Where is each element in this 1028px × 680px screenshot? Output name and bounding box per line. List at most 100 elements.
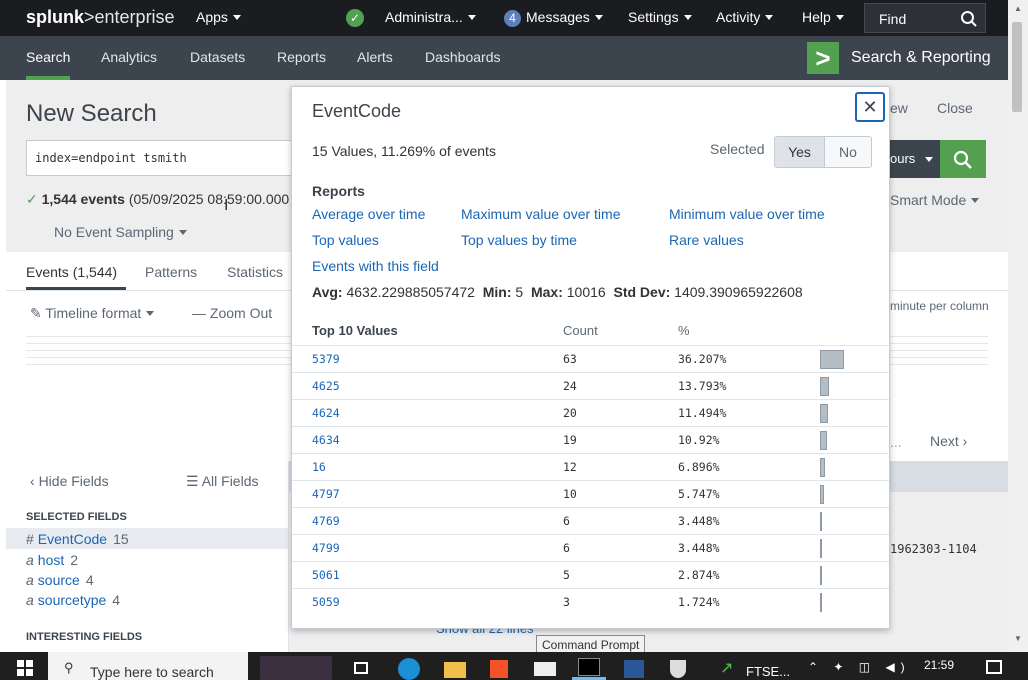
app-title: Search & Reporting — [851, 49, 991, 66]
report-top-values-by-time[interactable]: Top values by time — [461, 232, 577, 248]
search-input[interactable]: index=endpoint tsmith — [26, 140, 296, 176]
value-link[interactable]: 4797 — [312, 487, 340, 501]
health-status-icon[interactable]: ✓ — [346, 9, 364, 27]
field-name: host — [37, 552, 65, 568]
field-item[interactable]: a host 2 — [26, 552, 78, 568]
value-percent: 2.874% — [678, 568, 720, 582]
column-header-count: Count — [563, 323, 598, 338]
tab-alerts[interactable]: Alerts — [357, 49, 393, 65]
tab-events[interactable]: Events (1,544) — [26, 264, 117, 280]
security-shield-icon[interactable] — [670, 660, 686, 678]
activity-menu[interactable]: Activity — [716, 9, 774, 25]
mail-icon[interactable] — [534, 662, 556, 676]
file-explorer-icon[interactable] — [444, 662, 466, 678]
tab-patterns[interactable]: Patterns — [145, 264, 197, 280]
tab-active-underline — [26, 287, 126, 290]
scrollbar-thumb[interactable] — [1012, 22, 1022, 112]
column-header-value: Top 10 Values — [312, 323, 398, 338]
value-count: 24 — [563, 379, 577, 393]
view-link-fragment[interactable]: ew — [890, 100, 908, 116]
events-status: ✓ 1,544 events (05/09/2025 08:59:00.000 — [26, 191, 290, 207]
splunk-logo[interactable]: splunk>enterprise — [26, 7, 175, 28]
column-header-percent: % — [678, 323, 690, 338]
value-percent-bar — [820, 539, 822, 558]
value-count: 19 — [563, 433, 577, 447]
value-link[interactable]: 5061 — [312, 568, 340, 582]
report-rare-values[interactable]: Rare values — [669, 232, 744, 248]
value-percent-bar — [820, 350, 844, 369]
tab-reports[interactable]: Reports — [277, 49, 326, 65]
hide-fields-button[interactable]: ‹ Hide Fields — [30, 473, 109, 489]
taskbar-search-box[interactable]: ⚲ Type here to search — [48, 652, 248, 680]
field-name: EventCode — [37, 531, 108, 547]
time-range-picker[interactable]: ours — [890, 140, 940, 178]
scroll-up-arrow[interactable]: ▲ — [1014, 4, 1022, 13]
selected-yes-button[interactable]: Yes — [775, 137, 825, 167]
messages-count-badge: 4 — [504, 10, 521, 27]
value-percent-bar — [820, 566, 822, 585]
stock-chart-icon[interactable]: ↗ — [720, 658, 733, 678]
field-item[interactable]: # EventCode 15 — [26, 531, 129, 547]
value-link[interactable]: 4799 — [312, 541, 340, 555]
tab-dashboards[interactable]: Dashboards — [425, 49, 501, 65]
clock[interactable]: 21:59 — [924, 658, 954, 672]
next-page-button[interactable]: Next › — [930, 433, 967, 449]
popup-close-button[interactable]: ✕ — [855, 92, 885, 122]
powershell-icon[interactable] — [624, 660, 644, 678]
task-view-icon[interactable] — [354, 662, 368, 674]
edge-browser-icon[interactable] — [398, 658, 420, 680]
value-link[interactable]: 5379 — [312, 352, 340, 366]
ftse-ticker[interactable]: FTSE... — [746, 664, 790, 679]
value-count: 10 — [563, 487, 577, 501]
admin-menu[interactable]: Administra... — [385, 9, 476, 25]
report-minimum-over-time[interactable]: Minimum value over time — [669, 206, 825, 222]
event-sampling-dropdown[interactable]: No Event Sampling — [54, 224, 187, 240]
notifications-icon[interactable] — [986, 660, 1002, 674]
find-input[interactable]: Find — [864, 3, 986, 33]
tab-datasets[interactable]: Datasets — [190, 49, 245, 65]
value-count: 3 — [563, 595, 570, 609]
value-count: 12 — [563, 460, 577, 474]
report-maximum-over-time[interactable]: Maximum value over time — [461, 206, 621, 222]
settings-menu[interactable]: Settings — [628, 9, 692, 25]
field-item[interactable]: a sourcetype 4 — [26, 592, 120, 608]
windows-start-icon[interactable] — [17, 660, 33, 676]
value-percent: 3.448% — [678, 514, 720, 528]
windows-taskbar: ⚲ Type here to search ↗ FTSE... ⌃ ✦ ◫ ◀)… — [0, 652, 1028, 680]
events-with-field-link[interactable]: Events with this field — [312, 258, 439, 274]
search-icon[interactable] — [960, 10, 978, 28]
report-average-over-time[interactable]: Average over time — [312, 206, 425, 222]
close-button[interactable]: Close — [937, 100, 973, 116]
command-prompt-icon[interactable] — [578, 658, 600, 676]
scroll-down-arrow[interactable]: ▼ — [1014, 634, 1022, 643]
apps-menu[interactable]: Apps — [196, 9, 241, 25]
messages-menu[interactable]: 4 Messages — [504, 9, 603, 27]
value-link[interactable]: 4769 — [312, 514, 340, 528]
selected-toggle: Yes No — [774, 136, 872, 168]
value-percent-bar — [820, 431, 827, 450]
zoom-out-button[interactable]: — Zoom Out — [192, 305, 272, 321]
help-menu[interactable]: Help — [802, 9, 844, 25]
reports-heading: Reports — [312, 183, 365, 199]
search-icon: ⚲ — [64, 660, 74, 675]
store-icon[interactable] — [490, 660, 508, 678]
tab-statistics[interactable]: Statistics — [227, 264, 283, 280]
timeline-format-dropdown[interactable]: ✎ Timeline format — [30, 305, 155, 322]
page-title: New Search — [26, 100, 157, 127]
search-button[interactable] — [940, 140, 986, 178]
value-link[interactable]: 5059 — [312, 595, 340, 609]
close-icon: ✕ — [862, 97, 878, 117]
value-link[interactable]: 4625 — [312, 379, 340, 393]
search-highlight-image — [260, 656, 332, 680]
value-link[interactable]: 16 — [312, 460, 326, 474]
report-top-values[interactable]: Top values — [312, 232, 379, 248]
tab-analytics[interactable]: Analytics — [101, 49, 157, 65]
page-scrollbar[interactable]: ▲ ▼ — [1008, 0, 1028, 652]
tab-search[interactable]: Search — [26, 49, 70, 65]
value-link[interactable]: 4634 — [312, 433, 340, 447]
value-link[interactable]: 4624 — [312, 406, 340, 420]
selected-no-button[interactable]: No — [825, 137, 871, 167]
all-fields-button[interactable]: ☰ All Fields — [186, 473, 258, 490]
smart-mode-dropdown[interactable]: Smart Mode — [890, 192, 980, 208]
field-item[interactable]: a source 4 — [26, 572, 94, 588]
